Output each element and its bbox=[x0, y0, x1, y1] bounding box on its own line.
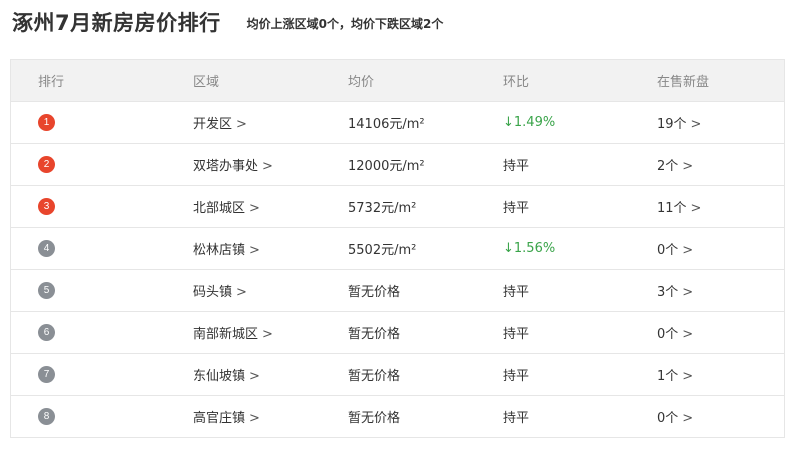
area-link[interactable]: 开发区 > bbox=[193, 113, 348, 132]
listing-count-link[interactable]: 0个 > bbox=[657, 239, 784, 258]
rank-badge: 2 bbox=[38, 156, 55, 173]
table-body: 1 开发区 >14106元/m² ↓1.49% 19个 >2 双塔办事处 >12000元/m²… bbox=[11, 101, 784, 437]
page-title: 涿州7月新房房价排行 bbox=[12, 11, 221, 35]
listing-count-link[interactable]: 0个 > bbox=[657, 407, 784, 426]
chevron-right-icon: > bbox=[236, 285, 247, 300]
chevron-right-icon: > bbox=[690, 201, 702, 216]
area-link[interactable]: 南部新城区 > bbox=[193, 323, 348, 342]
change-cell: ↓1.49% bbox=[503, 115, 556, 130]
rank-badge: 6 bbox=[38, 324, 55, 341]
change-cell: 持平 bbox=[503, 285, 530, 300]
rank-badge: 1 bbox=[38, 114, 55, 131]
rank-cell: 5 bbox=[11, 282, 193, 299]
price-summary: 均价上涨区域0个，均价下跌区域2个 bbox=[246, 17, 444, 31]
area-link[interactable]: 松林店镇 > bbox=[193, 239, 348, 258]
listing-count: 11个 bbox=[657, 201, 687, 216]
listing-count-link[interactable]: 2个 > bbox=[657, 155, 784, 174]
area-name: 松林店镇 bbox=[193, 243, 246, 258]
chevron-right-icon: > bbox=[690, 117, 702, 132]
column-header-change: 环比 bbox=[503, 75, 530, 90]
chevron-right-icon: > bbox=[682, 159, 694, 174]
area-name: 南部新城区 bbox=[193, 327, 259, 342]
price-cell: 暂无价格 bbox=[348, 369, 401, 384]
chevron-right-icon: > bbox=[682, 243, 694, 258]
listing-count-link[interactable]: 19个 > bbox=[657, 113, 784, 132]
area-name: 双塔办事处 bbox=[193, 159, 259, 174]
chevron-right-icon: > bbox=[262, 327, 273, 342]
price-cell: 暂无价格 bbox=[348, 411, 401, 426]
area-link[interactable]: 北部城区 > bbox=[193, 197, 348, 216]
rank-cell: 2 bbox=[11, 156, 193, 173]
table-row: 1 开发区 >14106元/m² ↓1.49% 19个 > bbox=[11, 101, 784, 143]
chevron-right-icon: > bbox=[236, 117, 247, 132]
chevron-right-icon: > bbox=[249, 243, 260, 258]
chevron-right-icon: > bbox=[249, 369, 260, 384]
table-row: 3 北部城区 >5732元/m² 持平 11个 > bbox=[11, 185, 784, 227]
listing-count: 1个 bbox=[657, 369, 679, 384]
listing-count-link[interactable]: 3个 > bbox=[657, 281, 784, 300]
area-link[interactable]: 码头镇 > bbox=[193, 281, 348, 300]
chevron-right-icon: > bbox=[682, 369, 694, 384]
area-link[interactable]: 高官庄镇 > bbox=[193, 407, 348, 426]
listing-count: 2个 bbox=[657, 159, 679, 174]
column-header-rank: 排行 bbox=[38, 75, 65, 90]
table-row: 6 南部新城区 > 暂无价格 持平 0个 > bbox=[11, 311, 784, 353]
price-cell: 5502元/m² bbox=[348, 243, 417, 258]
listing-count-link[interactable]: 1个 > bbox=[657, 365, 784, 384]
rank-cell: 3 bbox=[11, 198, 193, 215]
change-cell: 持平 bbox=[503, 201, 530, 216]
rank-badge: 3 bbox=[38, 198, 55, 215]
chevron-right-icon: > bbox=[262, 159, 273, 174]
table-row: 5 码头镇 > 暂无价格 持平 3个 > bbox=[11, 269, 784, 311]
area-link[interactable]: 双塔办事处 > bbox=[193, 155, 348, 174]
rank-cell: 7 bbox=[11, 366, 193, 383]
chevron-right-icon: > bbox=[682, 327, 694, 342]
area-name: 开发区 bbox=[193, 117, 233, 132]
table-row: 2 双塔办事处 >12000元/m² 持平 2个 > bbox=[11, 143, 784, 185]
chevron-right-icon: > bbox=[682, 285, 694, 300]
rank-cell: 4 bbox=[11, 240, 193, 257]
table-header: 排行 区域 均价 环比 在售新盘 bbox=[11, 60, 784, 101]
listing-count: 0个 bbox=[657, 411, 679, 426]
rank-badge: 8 bbox=[38, 408, 55, 425]
rank-cell: 8 bbox=[11, 408, 193, 425]
column-header-area: 区域 bbox=[193, 75, 220, 90]
area-name: 高官庄镇 bbox=[193, 411, 246, 426]
price-cell: 5732元/m² bbox=[348, 201, 417, 216]
change-cell: 持平 bbox=[503, 369, 530, 384]
listing-count-link[interactable]: 0个 > bbox=[657, 323, 784, 342]
change-cell: 持平 bbox=[503, 327, 530, 342]
table-row: 8 高官庄镇 > 暂无价格 持平 0个 > bbox=[11, 395, 784, 437]
price-cell: 暂无价格 bbox=[348, 327, 401, 342]
change-cell: 持平 bbox=[503, 411, 530, 426]
listing-count: 0个 bbox=[657, 243, 679, 258]
chevron-right-icon: > bbox=[249, 411, 260, 426]
ranking-table: 排行 区域 均价 环比 在售新盘 1 开发区 >14106元/m² ↓1.49% 19个… bbox=[10, 59, 785, 438]
area-link[interactable]: 东仙坡镇 > bbox=[193, 365, 348, 384]
rank-cell: 6 bbox=[11, 324, 193, 341]
table-row: 7 东仙坡镇 > 暂无价格 持平 1个 > bbox=[11, 353, 784, 395]
rank-badge: 5 bbox=[38, 282, 55, 299]
column-header-count: 在售新盘 bbox=[657, 75, 710, 90]
change-cell: ↓1.56% bbox=[503, 241, 556, 256]
price-cell: 暂无价格 bbox=[348, 285, 401, 300]
listing-count: 19个 bbox=[657, 117, 687, 132]
column-header-price: 均价 bbox=[348, 75, 375, 90]
change-cell: 持平 bbox=[503, 159, 530, 174]
rank-badge: 4 bbox=[38, 240, 55, 257]
area-name: 码头镇 bbox=[193, 285, 233, 300]
chevron-right-icon: > bbox=[249, 201, 260, 216]
table-row: 4 松林店镇 >5502元/m² ↓1.56% 0个 > bbox=[11, 227, 784, 269]
rank-badge: 7 bbox=[38, 366, 55, 383]
page-header: 涿州7月新房房价排行 均价上涨区域0个，均价下跌区域2个 bbox=[12, 8, 443, 36]
listing-count: 0个 bbox=[657, 327, 679, 342]
area-name: 东仙坡镇 bbox=[193, 369, 246, 384]
price-cell: 12000元/m² bbox=[348, 159, 425, 174]
listing-count: 3个 bbox=[657, 285, 679, 300]
area-name: 北部城区 bbox=[193, 201, 246, 216]
chevron-right-icon: > bbox=[682, 411, 694, 426]
price-cell: 14106元/m² bbox=[348, 117, 425, 132]
listing-count-link[interactable]: 11个 > bbox=[657, 197, 784, 216]
rank-cell: 1 bbox=[11, 114, 193, 131]
